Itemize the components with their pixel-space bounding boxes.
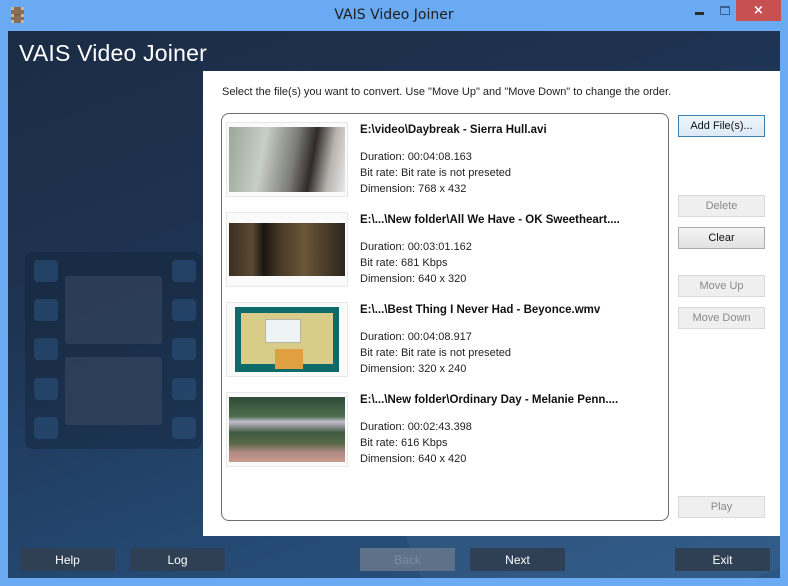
maximize-icon <box>720 6 730 15</box>
move-up-button[interactable]: Move Up <box>678 275 765 297</box>
file-list-item[interactable]: E:\...\Best Thing I Never Had - Beyonce.… <box>222 294 668 382</box>
film-frame <box>65 357 162 425</box>
content-panel: Select the file(s) you want to convert. … <box>203 71 780 536</box>
film-hole <box>34 417 58 439</box>
film-hole <box>172 299 196 321</box>
video-thumbnail <box>226 212 348 287</box>
film-hole <box>34 260 58 282</box>
film-hole <box>172 338 196 360</box>
film-hole <box>34 338 58 360</box>
maximize-button[interactable] <box>712 0 738 21</box>
add-files-button[interactable]: Add File(s)... <box>678 115 765 137</box>
minimize-icon <box>694 12 704 15</box>
file-name: E:\video\Daybreak - Sierra Hull.avi <box>360 124 547 136</box>
video-thumbnail <box>226 302 348 377</box>
clear-button[interactable]: Clear <box>678 227 765 249</box>
file-list-item[interactable]: E:\...\New folder\Ordinary Day - Melanie… <box>222 384 668 472</box>
file-dimension: Dimension: 640 x 320 <box>360 273 467 285</box>
file-bitrate: Bit rate: 681 Kbps <box>360 257 448 269</box>
brand-title: VAIS Video Joiner <box>19 40 207 66</box>
help-button[interactable]: Help <box>20 548 115 571</box>
file-name: E:\...\New folder\All We Have - OK Sweet… <box>360 214 620 226</box>
film-hole <box>34 378 58 400</box>
client-area: VAIS Video Joiner Select the file(s) you… <box>8 31 780 578</box>
file-duration: Duration: 00:03:01.162 <box>360 241 472 253</box>
window-title: VAIS Video Joiner <box>334 7 454 23</box>
file-duration: Duration: 00:04:08.163 <box>360 151 472 163</box>
film-strip-icon <box>17 226 203 449</box>
file-list-item[interactable]: E:\...\New folder\All We Have - OK Sweet… <box>222 204 668 292</box>
video-thumbnail <box>226 392 348 467</box>
thumbnail-image <box>235 307 339 372</box>
instructions-text: Select the file(s) you want to convert. … <box>222 86 672 98</box>
file-dimension: Dimension: 768 x 432 <box>360 183 467 195</box>
file-list-item[interactable]: E:\video\Daybreak - Sierra Hull.avi Dura… <box>222 114 668 202</box>
thumbnail-image <box>229 223 345 276</box>
close-button[interactable]: × <box>736 0 781 21</box>
next-button[interactable]: Next <box>470 548 565 571</box>
file-duration: Duration: 00:02:43.398 <box>360 421 472 433</box>
close-icon: × <box>753 3 764 18</box>
thumbnail-image <box>229 397 345 462</box>
file-name: E:\...\Best Thing I Never Had - Beyonce.… <box>360 304 601 316</box>
log-button[interactable]: Log <box>130 548 225 571</box>
film-hole <box>34 299 58 321</box>
title-bar[interactable]: VAIS Video Joiner × <box>0 0 788 31</box>
thumbnail-image <box>229 127 345 192</box>
back-button[interactable]: Back <box>360 548 455 571</box>
file-bitrate: Bit rate: Bit rate is not preseted <box>360 347 512 359</box>
film-hole <box>172 378 196 400</box>
file-list[interactable]: E:\video\Daybreak - Sierra Hull.avi Dura… <box>221 113 669 521</box>
video-thumbnail <box>226 122 348 197</box>
exit-button[interactable]: Exit <box>675 548 770 571</box>
delete-button[interactable]: Delete <box>678 195 765 217</box>
file-dimension: Dimension: 640 x 420 <box>360 453 467 465</box>
film-hole <box>172 417 196 439</box>
move-down-button[interactable]: Move Down <box>678 307 765 329</box>
file-dimension: Dimension: 320 x 240 <box>360 363 467 375</box>
film-frame <box>65 276 162 344</box>
app-window: VAIS Video Joiner × VAIS Video Joiner Se… <box>0 0 788 586</box>
file-bitrate: Bit rate: 616 Kbps <box>360 437 448 449</box>
play-button[interactable]: Play <box>678 496 765 518</box>
minimize-button[interactable] <box>686 0 712 21</box>
file-bitrate: Bit rate: Bit rate is not preseted <box>360 167 512 179</box>
file-duration: Duration: 00:04:08.917 <box>360 331 472 343</box>
film-hole <box>172 260 196 282</box>
file-name: E:\...\New folder\Ordinary Day - Melanie… <box>360 394 619 406</box>
